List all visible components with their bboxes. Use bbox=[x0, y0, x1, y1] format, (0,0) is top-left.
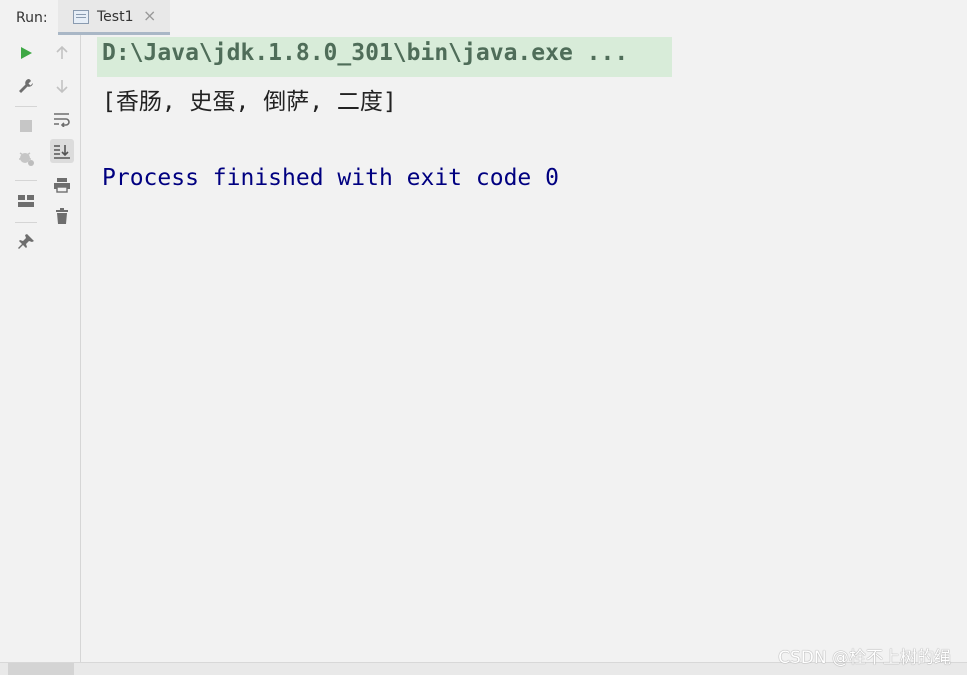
previous-occurrence-button[interactable] bbox=[50, 41, 74, 65]
settings-button[interactable] bbox=[14, 74, 38, 98]
up-arrow-icon bbox=[56, 45, 68, 59]
soft-wrap-icon bbox=[54, 113, 70, 127]
run-toolbar bbox=[8, 35, 45, 662]
process-finished-line: Process finished with exit code 0 bbox=[102, 165, 559, 191]
debug-settings-button[interactable] bbox=[14, 146, 38, 170]
close-icon[interactable]: × bbox=[143, 8, 156, 24]
stop-button[interactable] bbox=[14, 114, 38, 138]
command-line[interactable]: D:\Java\jdk.1.8.0_301\bin\java.exe ... bbox=[102, 40, 628, 66]
console-output[interactable]: D:\Java\jdk.1.8.0_301\bin\java.exe ... [… bbox=[81, 35, 967, 662]
run-label: Run: bbox=[16, 10, 48, 26]
print-icon bbox=[54, 178, 70, 193]
stop-icon bbox=[20, 120, 32, 132]
down-arrow-icon bbox=[56, 80, 68, 94]
console-toolbar bbox=[44, 35, 81, 662]
toolbar-separator bbox=[15, 222, 37, 223]
soft-wrap-button[interactable] bbox=[50, 107, 74, 131]
scroll-to-end-icon bbox=[54, 145, 70, 159]
scroll-to-end-button[interactable] bbox=[50, 139, 74, 163]
bottom-tab-run[interactable] bbox=[8, 663, 74, 675]
toolbar-separator bbox=[15, 180, 37, 181]
restore-layout-button[interactable] bbox=[14, 189, 38, 213]
print-button[interactable] bbox=[50, 173, 74, 197]
next-occurrence-button[interactable] bbox=[50, 74, 74, 98]
watermark: CSDN @栓不上树的绳 bbox=[778, 648, 951, 668]
pin-tab-button[interactable] bbox=[14, 230, 38, 254]
trash-icon bbox=[56, 208, 68, 224]
layout-icon bbox=[18, 195, 34, 207]
tab-test1[interactable]: Test1 × bbox=[58, 0, 170, 35]
rerun-icon bbox=[21, 47, 32, 59]
tab-title: Test1 bbox=[97, 9, 134, 25]
pin-icon bbox=[18, 234, 34, 249]
toolbar-separator bbox=[15, 106, 37, 107]
clear-all-button[interactable] bbox=[50, 204, 74, 228]
run-config-icon bbox=[73, 10, 89, 24]
run-panel-header: Run: Test1 × bbox=[0, 0, 967, 36]
program-output-line: [香肠, 史蛋, 倒萨, 二度] bbox=[102, 89, 397, 115]
debug-settings-icon bbox=[19, 152, 34, 166]
wrench-icon bbox=[19, 79, 33, 93]
rerun-button[interactable] bbox=[14, 41, 38, 65]
